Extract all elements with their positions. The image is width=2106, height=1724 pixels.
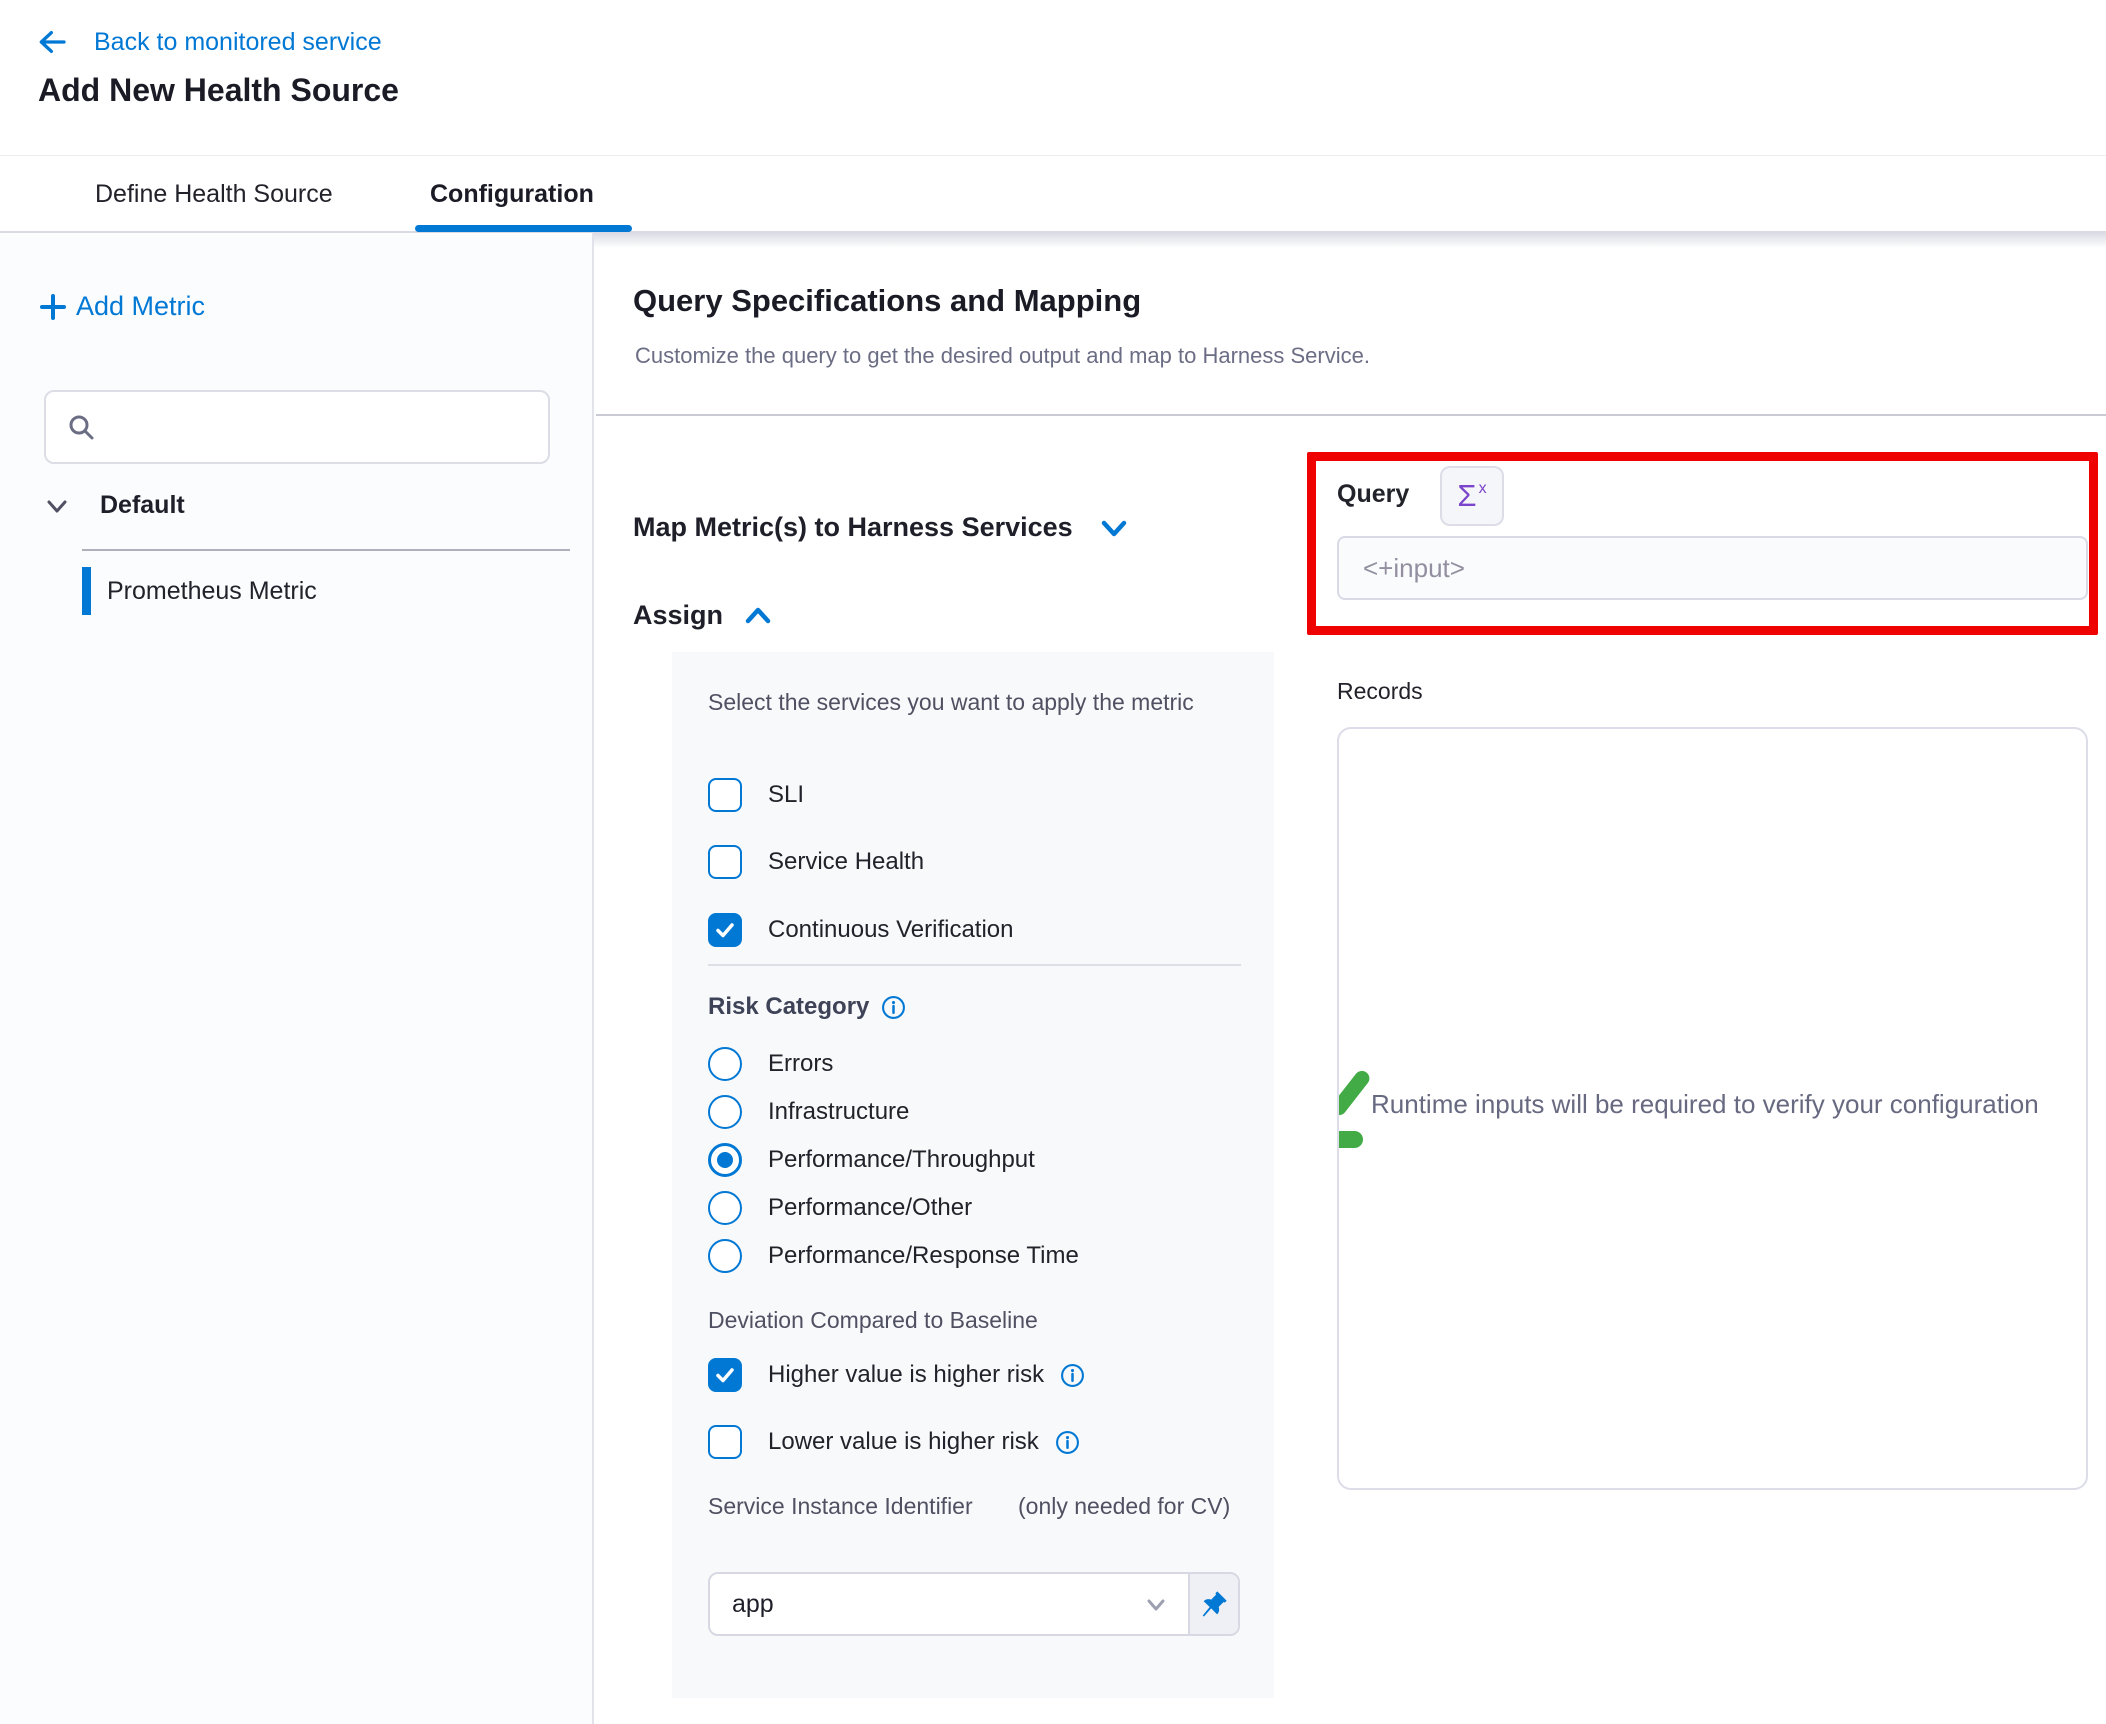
- radio-row-performance-response-time: Performance/Response Time: [708, 1239, 1079, 1273]
- tab-bar: Define Health Source Configuration: [0, 155, 2106, 233]
- services-prompt: Select the services you want to apply th…: [708, 685, 1198, 719]
- radio-row-infrastructure: Infrastructure: [708, 1095, 909, 1129]
- infrastructure-label: Infrastructure: [768, 1098, 909, 1126]
- map-metrics-section-toggle[interactable]: Map Metric(s) to Harness Services: [633, 512, 1129, 543]
- search-icon: [66, 412, 96, 442]
- panel-divider: [708, 964, 1241, 966]
- info-icon[interactable]: [1055, 1430, 1080, 1455]
- errors-label: Errors: [768, 1050, 833, 1078]
- assign-section-toggle[interactable]: Assign: [633, 600, 773, 631]
- chevron-up-icon: [743, 601, 773, 631]
- checkbox-row-continuous-verification: Continuous Verification: [708, 913, 1013, 947]
- service-instance-identifier-select[interactable]: app: [710, 1574, 1188, 1634]
- sigma-icon: Σ: [1457, 478, 1476, 514]
- radio-row-errors: Errors: [708, 1047, 833, 1081]
- add-metric-button[interactable]: Add Metric: [38, 291, 205, 322]
- performance-throughput-radio[interactable]: [708, 1143, 742, 1177]
- tab-configuration[interactable]: Configuration: [430, 156, 594, 232]
- chevron-down-icon: [1142, 1590, 1170, 1618]
- sli-checkbox[interactable]: [708, 778, 742, 812]
- service-instance-identifier-label: Service Instance Identifier: [708, 1490, 998, 1523]
- checkbox-row-sli: SLI: [708, 778, 804, 812]
- arrow-left-icon: [36, 26, 68, 58]
- back-link-label: Back to monitored service: [94, 28, 382, 57]
- runtime-message: Runtime inputs will be required to verif…: [1371, 1089, 2083, 1120]
- assign-panel: Select the services you want to apply th…: [672, 652, 1274, 1698]
- radio-row-performance-throughput: Performance/Throughput: [708, 1143, 1035, 1177]
- performance-response-time-radio[interactable]: [708, 1239, 742, 1273]
- selected-metric-indicator: [82, 567, 91, 615]
- continuous-verification-label: Continuous Verification: [768, 916, 1013, 944]
- group-label: Default: [100, 491, 185, 520]
- query-input[interactable]: <+input>: [1337, 536, 2088, 600]
- service-health-label: Service Health: [768, 848, 924, 876]
- metric-search-box: [44, 390, 550, 464]
- chevron-down-icon: [44, 493, 70, 519]
- back-to-monitored-service-link[interactable]: Back to monitored service: [36, 26, 382, 58]
- lower-value-label: Lower value is higher risk: [768, 1428, 1039, 1456]
- metrics-sidebar: Add Metric Default Prometheus Metric: [0, 233, 594, 1724]
- section-divider: [596, 414, 2106, 416]
- pin-icon: [1199, 1589, 1229, 1619]
- query-value: <+input>: [1363, 553, 1465, 584]
- sigma-sup: x: [1479, 480, 1487, 498]
- infrastructure-radio[interactable]: [708, 1095, 742, 1129]
- search-input[interactable]: [110, 397, 548, 457]
- risk-category-label: Risk Category: [708, 993, 869, 1021]
- fix-value-pin-button[interactable]: [1188, 1574, 1238, 1634]
- map-section-label: Map Metric(s) to Harness Services: [633, 512, 1073, 543]
- active-tab-underline: [415, 225, 632, 232]
- info-icon[interactable]: [881, 995, 906, 1020]
- metric-group-default[interactable]: Default: [44, 491, 185, 520]
- add-health-source-screen: Back to monitored service Add New Health…: [0, 0, 2106, 1724]
- checkbox-row-higher-value: Higher value is higher risk: [708, 1358, 1085, 1392]
- performance-other-label: Performance/Other: [768, 1194, 972, 1222]
- section-title: Query Specifications and Mapping: [633, 283, 1141, 319]
- errors-radio[interactable]: [708, 1047, 742, 1081]
- assign-section-label: Assign: [633, 600, 723, 631]
- group-divider: [82, 549, 570, 551]
- add-metric-label: Add Metric: [76, 291, 205, 322]
- performance-other-radio[interactable]: [708, 1191, 742, 1225]
- records-label: Records: [1337, 678, 1423, 705]
- records-panel: Runtime inputs will be required to verif…: [1337, 727, 2088, 1490]
- selected-value: app: [732, 1590, 1142, 1619]
- page-title: Add New Health Source: [38, 72, 399, 109]
- continuous-verification-checkbox[interactable]: [708, 913, 742, 947]
- higher-value-checkbox[interactable]: [708, 1358, 742, 1392]
- metric-item-label: Prometheus Metric: [107, 577, 317, 606]
- section-subtitle: Customize the query to get the desired o…: [635, 343, 1370, 369]
- risk-category-header: Risk Category: [708, 993, 906, 1021]
- service-health-checkbox[interactable]: [708, 845, 742, 879]
- sli-label: SLI: [768, 781, 804, 809]
- service-instance-identifier-note: (only needed for CV): [1018, 1490, 1248, 1523]
- chevron-down-icon: [1099, 513, 1129, 543]
- query-label: Query: [1337, 480, 1409, 509]
- deviation-label: Deviation Compared to Baseline: [708, 1307, 1038, 1334]
- expression-builder-button[interactable]: Σ x: [1440, 466, 1504, 526]
- radio-row-performance-other: Performance/Other: [708, 1191, 972, 1225]
- performance-throughput-label: Performance/Throughput: [768, 1146, 1035, 1174]
- plus-icon: [38, 292, 68, 322]
- higher-value-label: Higher value is higher risk: [768, 1361, 1044, 1389]
- service-instance-identifier-field: app: [708, 1572, 1240, 1636]
- checkbox-row-service-health: Service Health: [708, 845, 924, 879]
- lower-value-checkbox[interactable]: [708, 1425, 742, 1459]
- tab-define-health-source[interactable]: Define Health Source: [95, 156, 333, 232]
- performance-response-time-label: Performance/Response Time: [768, 1242, 1079, 1270]
- sidebar-item-prometheus-metric[interactable]: Prometheus Metric: [82, 567, 317, 615]
- info-icon[interactable]: [1060, 1363, 1085, 1388]
- checkbox-row-lower-value: Lower value is higher risk: [708, 1425, 1080, 1459]
